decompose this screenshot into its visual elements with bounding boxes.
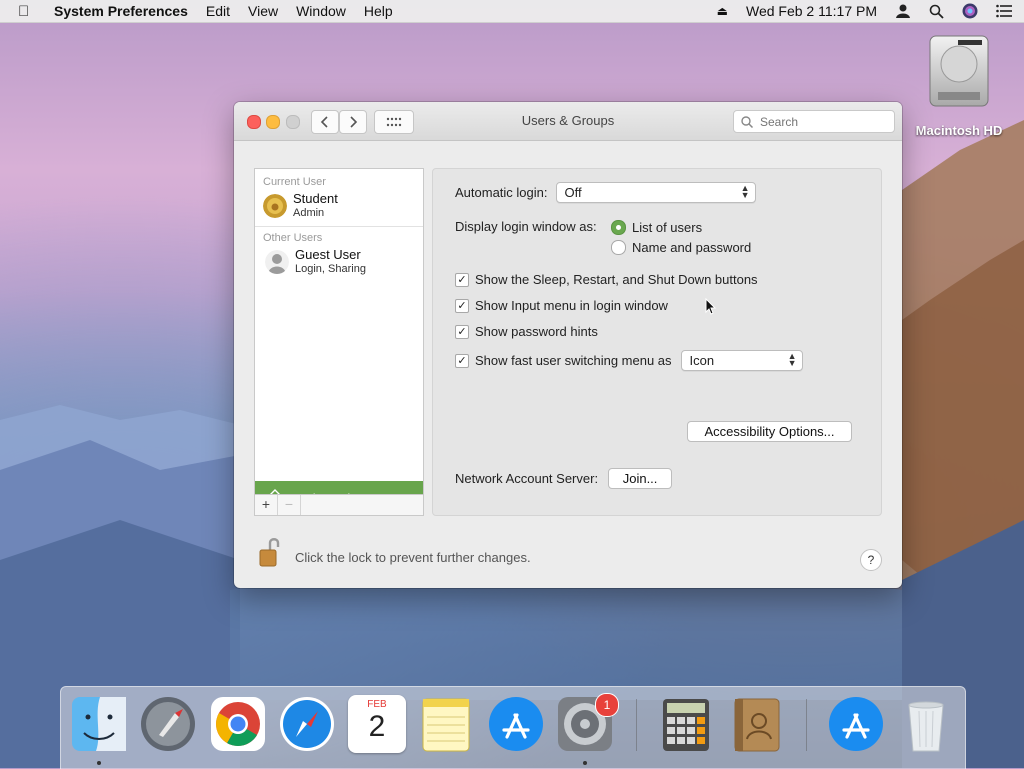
dock: FEB 2 1 <box>60 686 966 769</box>
notification-badge: 1 <box>595 693 619 717</box>
checkbox-label: Show the Sleep, Restart, and Shut Down b… <box>475 272 758 287</box>
radio-name-label: Name and password <box>632 240 752 255</box>
desktop-drive[interactable]: Macintosh HD <box>912 34 1006 138</box>
drive-label: Macintosh HD <box>915 123 1003 138</box>
automatic-login-value: Off <box>564 185 582 200</box>
apple-menu-icon[interactable]:  <box>18 3 38 20</box>
checkbox-label: Show fast user switching menu as <box>475 353 672 368</box>
running-indicator <box>583 761 587 765</box>
user-row-guest[interactable]: Guest User Login, Sharing <box>255 244 423 282</box>
radio-button[interactable] <box>611 240 626 255</box>
menu-window[interactable]: Window <box>296 3 346 19</box>
login-options-panel: Automatic login: Off ▲ ▼ Display login wi… <box>432 168 882 516</box>
siri-icon[interactable] <box>962 3 978 19</box>
unlocked-padlock-icon[interactable] <box>258 536 282 568</box>
add-user-button[interactable]: + <box>255 495 278 515</box>
calendar-day: 2 <box>368 710 386 743</box>
search-icon <box>741 115 754 128</box>
add-remove-bar: + − <box>254 494 424 516</box>
checkbox-fast-user-switching[interactable]: ✓ Show fast user switching menu as Icon … <box>455 350 803 371</box>
dock-separator <box>806 699 807 751</box>
checkbox-sleep-restart[interactable]: ✓ Show the Sleep, Restart, and Shut Down… <box>455 272 758 287</box>
app-store-icon[interactable] <box>487 695 545 753</box>
automatic-login-label: Automatic login: <box>455 185 548 200</box>
menu-help[interactable]: Help <box>364 3 393 19</box>
eject-icon[interactable]: ⏏ <box>717 4 728 18</box>
mouse-cursor-icon <box>705 298 717 315</box>
accessibility-options-button[interactable]: Accessibility Options... <box>687 421 852 442</box>
radio-list-of-users[interactable]: List of users <box>611 220 702 235</box>
notification-center-icon[interactable] <box>996 4 1012 18</box>
guest-avatar-icon <box>265 250 289 274</box>
automatic-login-popup[interactable]: Off ▲ ▼ <box>555 182 756 203</box>
checkbox-checked[interactable]: ✓ <box>455 298 469 313</box>
other-users-header: Other Users <box>263 232 323 244</box>
menu-view[interactable]: View <box>248 3 278 19</box>
checkbox-label: Show password hints <box>475 324 598 339</box>
current-user-header: Current User <box>263 176 326 188</box>
calendar-month: FEB <box>367 699 387 710</box>
network-account-label: Network Account Server: <box>455 471 599 486</box>
calculator-icon[interactable] <box>657 695 715 753</box>
dock-separator <box>636 699 637 751</box>
calendar-icon[interactable]: FEB 2 <box>348 695 406 753</box>
remove-user-button[interactable]: − <box>278 495 301 515</box>
checkbox-checked[interactable]: ✓ <box>455 353 469 368</box>
checkbox-checked[interactable]: ✓ <box>455 324 469 339</box>
checkbox-checked[interactable]: ✓ <box>455 272 469 287</box>
checkbox-label: Show Input menu in login window <box>475 298 668 313</box>
fast-switching-value: Icon <box>689 353 715 368</box>
user-name: Student <box>293 191 338 206</box>
user-name: Guest User <box>295 247 361 262</box>
users-list: Current User Student Admin Other Users G… <box>254 168 424 516</box>
users-groups-window: Users & Groups Current User Student Admi… <box>234 102 902 588</box>
checkbox-input-menu[interactable]: ✓ Show Input menu in login window <box>455 298 668 313</box>
app-store-downloads-icon[interactable] <box>827 695 885 753</box>
notes-icon[interactable] <box>417 695 475 753</box>
safari-icon[interactable] <box>278 695 336 753</box>
checkbox-password-hints[interactable]: ✓ Show password hints <box>455 324 598 339</box>
radio-button-selected[interactable] <box>611 220 626 235</box>
chrome-icon[interactable] <box>209 695 267 753</box>
menu-clock[interactable]: Wed Feb 2 11:17 PM <box>746 3 877 19</box>
user-role: Admin <box>293 207 325 219</box>
menu-bar:  System Preferences Edit View Window He… <box>0 0 1024 23</box>
join-button[interactable]: Join... <box>608 468 673 489</box>
display-login-label: Display login window as: <box>455 219 597 234</box>
lock-message: Click the lock to prevent further change… <box>295 550 531 565</box>
menu-edit[interactable]: Edit <box>206 3 230 19</box>
running-indicator <box>97 761 101 765</box>
hard-drive-icon <box>929 35 989 107</box>
help-button[interactable]: ? <box>860 549 882 571</box>
trash-icon[interactable] <box>897 695 955 753</box>
search-field[interactable] <box>733 110 895 133</box>
user-role: Login, Sharing <box>295 263 366 275</box>
contacts-icon[interactable] <box>727 695 785 753</box>
finder-icon[interactable] <box>70 695 128 753</box>
fast-switching-popup[interactable]: Icon ▲ ▼ <box>680 350 803 371</box>
user-row-student[interactable]: Student Admin <box>255 188 423 226</box>
search-input[interactable] <box>758 113 892 130</box>
window-titlebar[interactable]: Users & Groups <box>234 102 902 141</box>
launchpad-icon[interactable] <box>139 695 197 753</box>
radio-name-and-password[interactable]: Name and password <box>611 240 751 255</box>
popup-arrows-icon: ▲ ▼ <box>787 351 797 368</box>
menu-app-name[interactable]: System Preferences <box>54 3 188 19</box>
popup-arrows-icon: ▲ ▼ <box>740 183 750 200</box>
spotlight-search-icon[interactable] <box>929 4 944 19</box>
user-account-icon[interactable] <box>895 3 911 19</box>
user-avatar-icon <box>263 194 287 218</box>
radio-list-label: List of users <box>632 220 703 235</box>
